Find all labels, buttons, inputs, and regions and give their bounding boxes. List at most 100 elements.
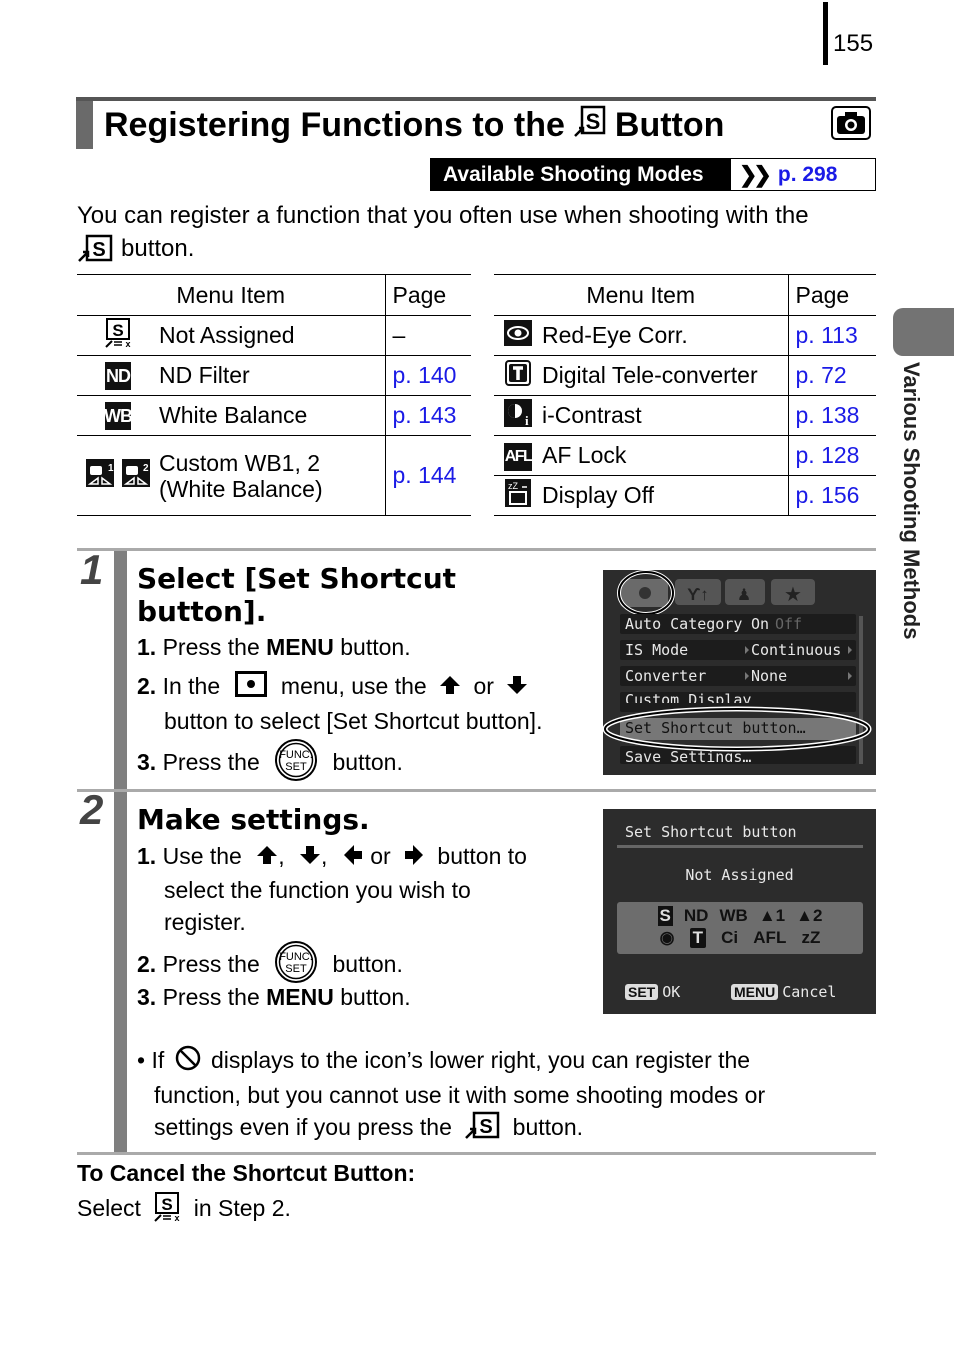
svg-text:S: S — [480, 1116, 493, 1138]
table-row: Digital Tele-converter p. 72 — [494, 355, 876, 396]
page-number: 155 — [833, 30, 874, 57]
grid-icon-red-eye[interactable]: ◉ — [660, 928, 675, 948]
svg-text:SET: SET — [285, 761, 307, 773]
svg-text:i: i — [525, 413, 529, 427]
step1-heading: Select [Set Shortcut button]. — [137, 562, 457, 628]
step-number-2: 2 — [80, 786, 104, 833]
grid-icon-custom-wb1[interactable]: ▲1 — [759, 906, 785, 926]
menu-items-table-right: Menu Item Page Red-Eye Corr. p. 113 Digi… — [494, 274, 876, 516]
camera-menu-icon — [234, 670, 267, 705]
camera-mode-icon — [831, 106, 871, 140]
page-number-bar — [823, 2, 828, 65]
page-link[interactable]: p. 143 — [384, 395, 471, 436]
up-arrow-icon — [256, 842, 278, 874]
page-link[interactable]: p. 113 — [787, 315, 876, 356]
svg-text:S: S — [162, 1195, 173, 1214]
table-row: i i-Contrast p. 138 — [494, 395, 876, 436]
func-set-button-icon: FUNC. SET — [274, 738, 318, 790]
cancel-shortcut-text: Select Sx in Step 2. — [77, 1192, 291, 1228]
available-shooting-modes: Available Shooting Modes ❯❯ p. 298 — [430, 158, 876, 191]
menu-row-converter: Converter — [625, 667, 707, 685]
grid-icon-wb[interactable]: WB — [719, 906, 747, 926]
svg-text:ϒ↑: ϒ↑ — [687, 585, 709, 604]
table-row: ND ND Filter p. 140 — [77, 355, 471, 396]
left-arrow-icon — [342, 842, 364, 874]
shortcut-s-icon: S — [464, 1111, 500, 1147]
column-header-menu-item: Menu Item — [494, 274, 788, 316]
page-link[interactable]: p. 72 — [787, 355, 876, 396]
column-header-page: Page — [787, 274, 876, 316]
prohibited-icon — [175, 1045, 201, 1079]
table-row: WB White Balance p. 143 — [77, 395, 471, 436]
step1-item-2: 2. In the menu, use the or button to sel… — [137, 670, 607, 737]
down-arrow-icon — [506, 672, 528, 704]
down-arrow-icon — [299, 842, 321, 874]
grid-icon-nd[interactable]: ND — [684, 906, 709, 926]
column-header-menu-item: Menu Item — [77, 274, 385, 316]
svg-text:★: ★ — [784, 584, 802, 606]
cancel-hint: MENU Cancel — [731, 983, 836, 1001]
grid-icon-custom-wb2[interactable]: ▲2 — [796, 906, 822, 926]
svg-text:2: 2 — [143, 463, 149, 474]
svg-text:FUNC.: FUNC. — [279, 951, 313, 963]
grid-icon-af-lock[interactable]: AFL — [753, 928, 786, 948]
svg-text:♟: ♟ — [737, 587, 751, 604]
step-bar — [114, 792, 127, 1152]
white-balance-icon: WB — [104, 402, 133, 431]
step2-item-3: 3. Press the MENU button. — [137, 984, 411, 1010]
up-arrow-icon — [439, 672, 461, 704]
step1-item-3: 3. Press the FUNC. SET button. — [137, 738, 403, 790]
svg-text:x: x — [125, 339, 130, 348]
svg-text:SET: SET — [285, 963, 307, 975]
page-title: Registering Functions to the S Button — [104, 104, 724, 147]
step-bar — [114, 551, 127, 790]
right-arrow-icon — [403, 842, 425, 874]
nd-filter-icon: ND — [105, 362, 131, 391]
step2-heading: Make settings. — [137, 803, 370, 836]
ok-hint: SET OK — [625, 983, 680, 1001]
set-key-icon: SET — [625, 984, 659, 1000]
menu-row-custom-display: Custom Display — [625, 691, 752, 703]
table-row: Red-Eye Corr. p. 113 — [494, 315, 876, 356]
selected-function-label: Not Assigned — [685, 866, 794, 884]
grid-icon-i-contrast[interactable]: Ci — [721, 928, 738, 948]
red-eye-icon — [504, 319, 532, 352]
intro-paragraph: You can register a function that you oft… — [77, 199, 877, 271]
table-row: zZ Display Off p. 156 — [494, 475, 876, 516]
page-link[interactable]: p. 128 — [787, 435, 876, 476]
screen-title-rule — [617, 845, 863, 848]
page-link[interactable]: p. 144 — [384, 435, 471, 516]
camera-menu-screen: ϒ↑ ♟ ★ Auto Category On Off IS Mode Cont… — [602, 570, 876, 775]
title-rule — [76, 97, 876, 101]
available-modes-page-link[interactable]: p. 298 — [778, 163, 838, 187]
display-off-icon: zZ — [505, 478, 531, 513]
shortcut-s-icon: S — [573, 104, 607, 147]
step-divider — [77, 548, 876, 551]
menu-row-set-shortcut-button: Set Shortcut button… — [625, 719, 806, 737]
svg-text:zZ: zZ — [508, 481, 519, 491]
step-number-1: 1 — [80, 546, 104, 593]
svg-text:FUNC.: FUNC. — [279, 749, 313, 761]
page-link[interactable]: p. 156 — [787, 475, 876, 516]
table-row: AFL AF Lock p. 128 — [494, 435, 876, 476]
page-link[interactable]: p. 138 — [787, 395, 876, 436]
table-row: Sx Not Assigned – — [77, 315, 471, 356]
svg-text:S: S — [586, 109, 601, 134]
menu-row-is-mode: IS Mode — [625, 641, 689, 659]
svg-text:S: S — [92, 239, 105, 261]
menu-row-save-settings: Save Settings… — [625, 748, 752, 762]
grid-icon-display-off[interactable]: zZ — [801, 928, 820, 948]
grid-icon-tele-converter[interactable]: T — [689, 928, 706, 948]
menu-key-icon: MENU — [731, 984, 779, 1000]
custom-wb-icon: 12 — [86, 458, 150, 494]
side-tab-marker — [893, 308, 954, 356]
menu-row-auto-category: Auto Category — [625, 615, 743, 633]
svg-text:x: x — [175, 1213, 180, 1222]
i-contrast-icon: i — [504, 398, 532, 433]
step2-note: • If displays to the icon’s lower right,… — [137, 1044, 857, 1147]
function-icon-grid: S ND WB ▲1 ▲2 ◉ T Ci AFL zZ — [617, 902, 863, 954]
step1-item-1: 1. Press the MENU button. — [137, 634, 411, 660]
svg-text:S: S — [112, 321, 123, 340]
grid-icon-not-assigned[interactable]: S — [657, 906, 673, 926]
page-link[interactable]: p. 140 — [384, 355, 471, 396]
